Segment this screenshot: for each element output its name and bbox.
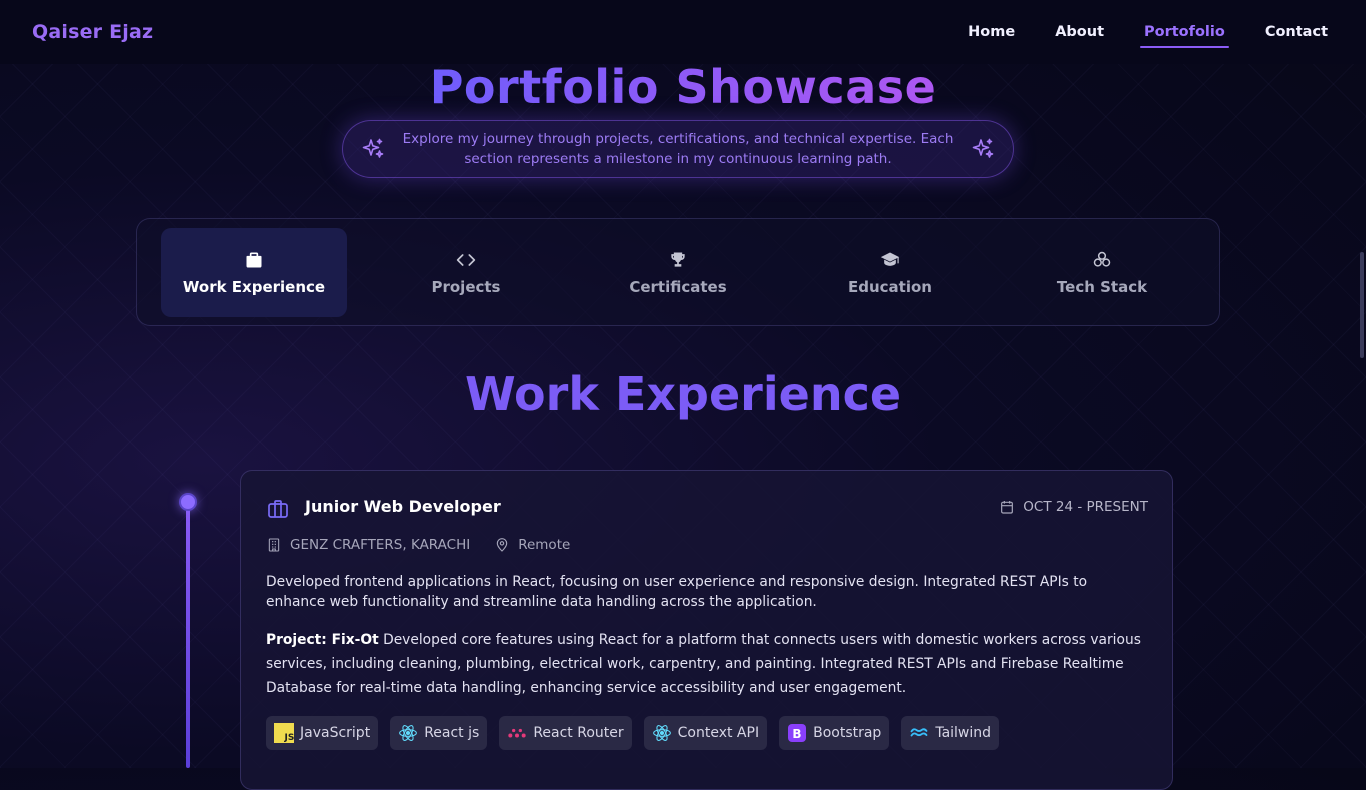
hero-subtitle-pill: Explore my journey through projects, cer…: [342, 120, 1014, 178]
skill-badges: JS JavaScript React js React Router Cont…: [266, 716, 1166, 750]
javascript-icon: JS: [274, 723, 294, 743]
svg-text:B: B: [793, 727, 802, 741]
tab-projects[interactable]: Projects: [373, 228, 559, 317]
nav-link-about[interactable]: About: [1051, 16, 1108, 48]
brand-logo[interactable]: Qaiser Ejaz: [32, 21, 153, 43]
tab-work-experience[interactable]: Work Experience: [161, 228, 347, 317]
project-text: Developed core features using React for …: [266, 632, 1141, 696]
tab-label: Tech Stack: [1056, 277, 1148, 296]
tab-label: Education: [848, 277, 932, 296]
skill-label: React Router: [533, 725, 624, 741]
date-text: OCT 24 - PRESENT: [1023, 499, 1148, 515]
section-title: Work Experience: [464, 367, 902, 421]
briefcase-icon: [246, 252, 262, 267]
tab-label: Projects: [431, 277, 501, 296]
page-title: Portfolio Showcase: [0, 60, 1366, 114]
job-meta: GENZ CRAFTERS, KARACHI Remote: [266, 537, 570, 553]
job-title: Junior Web Developer: [305, 497, 501, 516]
bootstrap-icon: B: [787, 723, 807, 743]
skill-badge: B Bootstrap: [779, 716, 890, 750]
portfolio-tabs: Work Experience Projects Certificates Ed…: [136, 218, 1220, 326]
tab-label: Work Experience: [182, 277, 326, 296]
react-icon: [652, 723, 672, 743]
skill-badge: JS JavaScript: [266, 716, 379, 750]
stack-icon: [1093, 251, 1111, 267]
tab-label: Certificates: [629, 277, 727, 296]
job-description: Developed frontend applications in React…: [266, 574, 1088, 610]
map-pin-icon: [496, 538, 508, 552]
job-date: OCT 24 - PRESENT: [999, 499, 1148, 515]
skill-badge: Tailwind: [901, 716, 1000, 750]
project-description: Project: Fix-Ot Developed core features …: [266, 628, 1156, 700]
skill-badge: Context API: [643, 716, 768, 750]
tab-education[interactable]: Education: [797, 228, 983, 317]
tab-tech-stack[interactable]: Tech Stack: [1009, 228, 1195, 317]
nav-link-home[interactable]: Home: [964, 16, 1019, 48]
skill-badge: React js: [390, 716, 488, 750]
nav-link-contact[interactable]: Contact: [1261, 16, 1332, 48]
trophy-icon: [671, 252, 685, 267]
code-icon: [456, 253, 476, 266]
skill-label: Tailwind: [935, 725, 992, 741]
company-text: GENZ CRAFTERS, KARACHI: [290, 537, 471, 553]
react-icon: [398, 723, 418, 743]
calendar-icon: [1001, 501, 1014, 514]
timeline-line: [186, 502, 190, 768]
location-text: Remote: [518, 537, 571, 553]
skill-label: JavaScript: [300, 725, 371, 741]
experience-card: Junior Web Developer OCT 24 - PRESENT GE…: [240, 470, 1173, 790]
nav-link-portfolio[interactable]: Portofolio: [1140, 16, 1229, 48]
sparkles-icon: [362, 138, 384, 158]
building-icon: [268, 538, 280, 552]
graduation-cap-icon: [880, 252, 900, 266]
skill-label: Bootstrap: [813, 725, 882, 741]
svg-text:JS: JS: [284, 733, 295, 743]
react-router-icon: [507, 723, 527, 743]
skill-badge: React Router: [499, 716, 632, 750]
nav-links: Home About Portofolio Contact: [964, 16, 1332, 48]
tab-certificates[interactable]: Certificates: [585, 228, 771, 317]
skill-label: React js: [424, 725, 480, 741]
tailwind-icon: [909, 723, 929, 743]
navbar: Qaiser Ejaz Home About Portofolio Contac…: [0, 0, 1366, 64]
sparkles-icon: [972, 138, 994, 158]
project-label: Project: Fix-Ot: [266, 632, 379, 648]
scrollbar-thumb[interactable]: [1360, 252, 1364, 358]
timeline-dot: [179, 493, 197, 511]
skill-label: Context API: [677, 725, 760, 741]
briefcase-icon: [268, 500, 288, 518]
hero-subtitle: Explore my journey through projects, cer…: [402, 131, 954, 167]
